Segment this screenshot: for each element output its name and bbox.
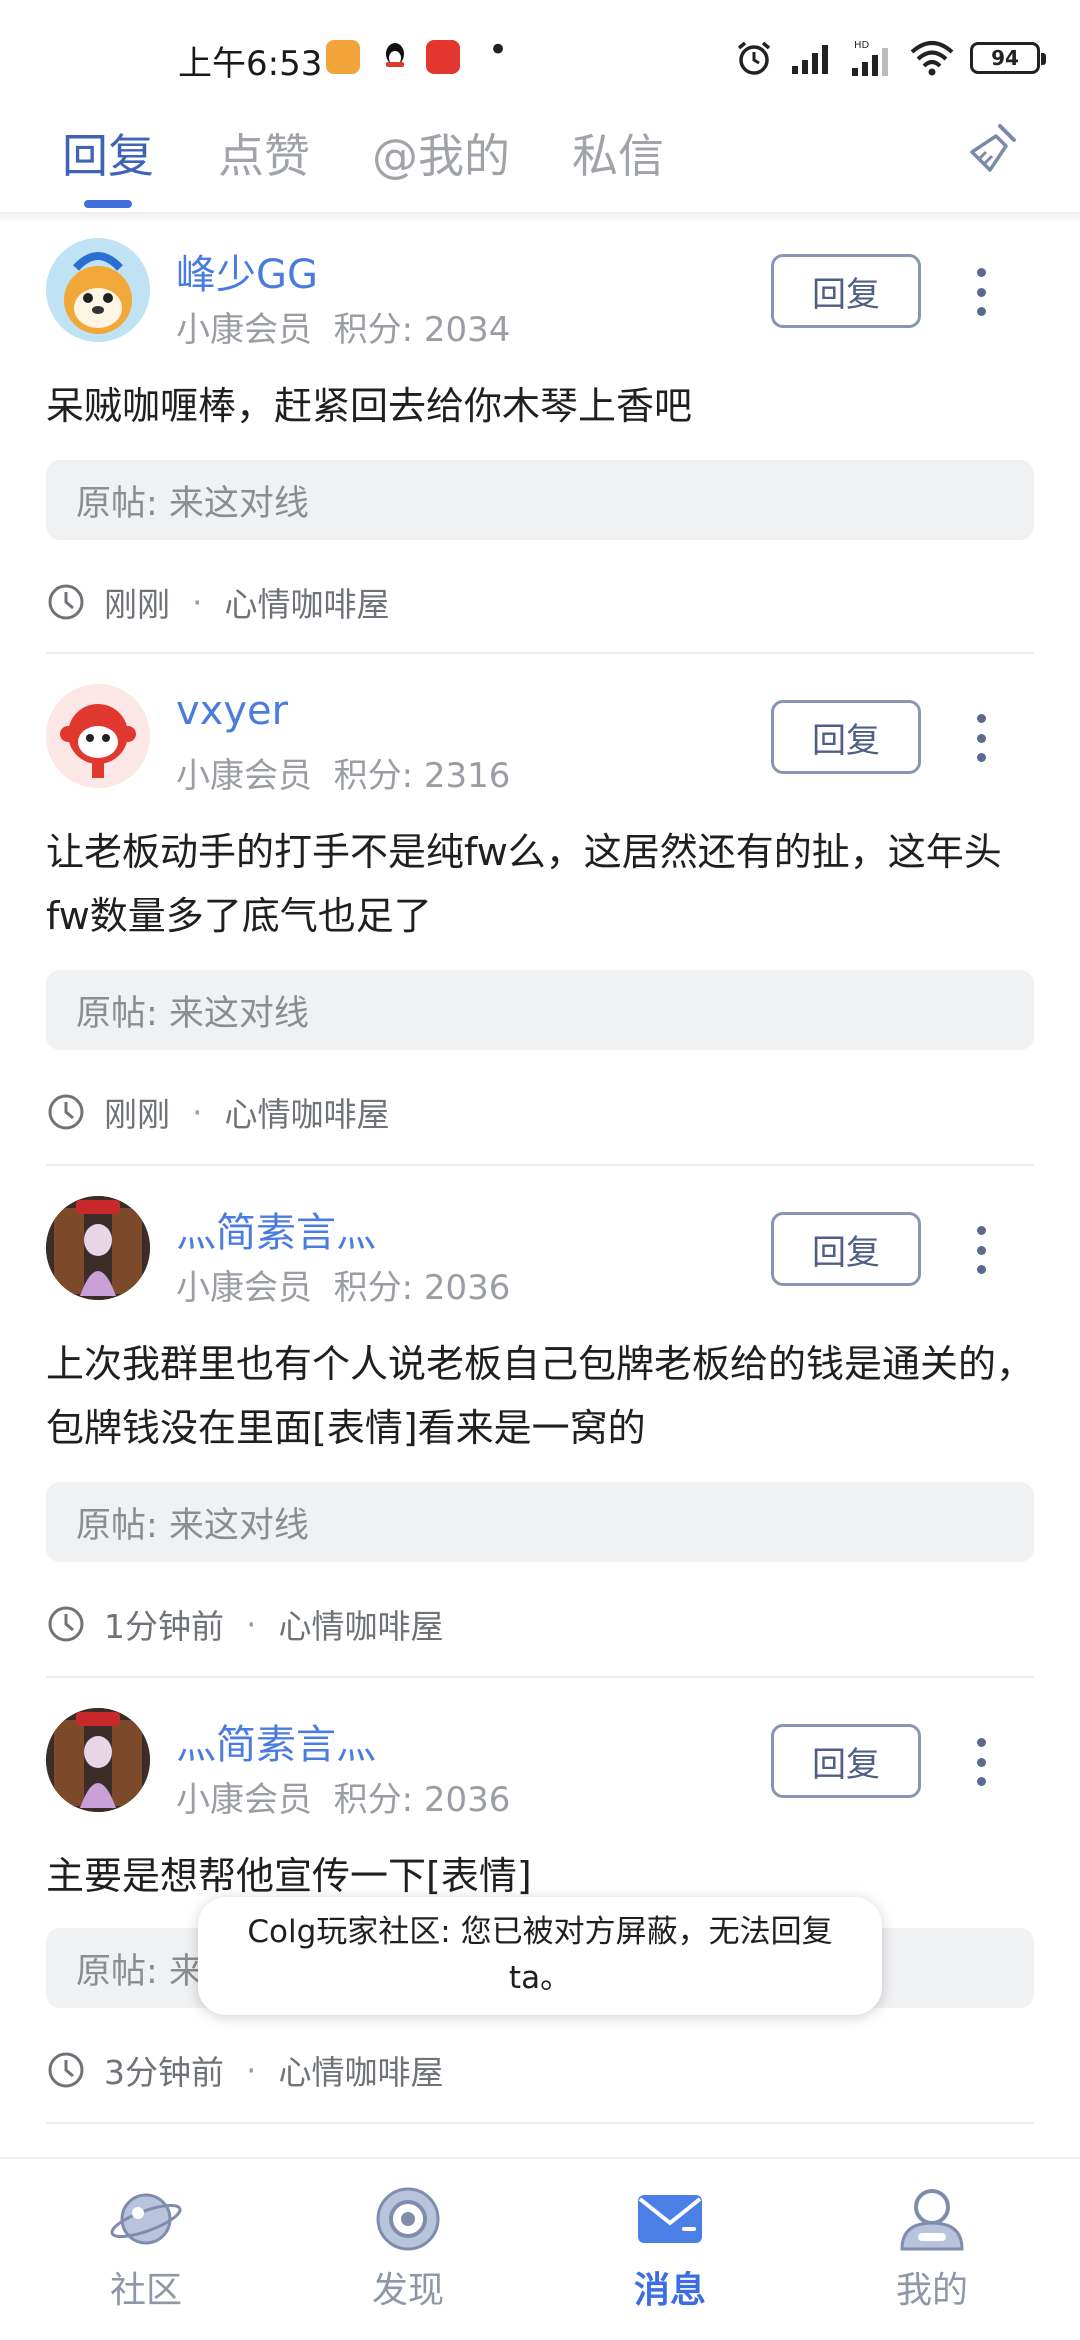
reply-button[interactable]: 回复 [771,254,921,328]
username[interactable]: 峰少GG [176,242,318,300]
user-score: 积分: 2036 [333,1268,511,1308]
separator: · [246,2050,257,2090]
planet-icon [110,2193,182,2245]
signal-icon [792,45,828,74]
reply-footer: 刚刚 · 心情咖啡屋 [46,578,390,626]
reply-button[interactable]: 回复 [771,1724,921,1798]
original-post-link[interactable]: 原帖: 来这对线 [46,970,1034,1050]
more-options-icon[interactable] [966,708,996,768]
nav-profile[interactable]: 我的 [852,2183,1012,2313]
username[interactable]: 灬简素言灬 [176,1712,376,1770]
tab-reply[interactable]: 回复 [62,120,154,186]
tab-likes[interactable]: 点赞 [218,120,310,186]
nav-community[interactable]: 社区 [66,2183,226,2313]
clock-icon [48,1606,84,1642]
more-options-icon[interactable] [966,1732,996,1792]
reply-time: 3分钟前 [104,2053,224,2092]
bottom-navigation: 社区 发现 消息 我的 [0,2157,1080,2340]
user-level: 小康会员 [176,756,312,796]
wifi-icon [910,41,954,76]
user-meta: 小康会员 积分: 2036 [176,1260,510,1309]
original-post-link[interactable]: 原帖: 来这对线 [46,1482,1034,1562]
avatar[interactable] [46,1196,150,1300]
reply-content: 呆贼咖喱棒，赶紧回去给你木琴上香吧 [46,384,693,428]
user-score: 积分: 2034 [333,310,511,350]
nav-label: 社区 [109,2270,182,2311]
more-options-icon[interactable] [966,262,996,322]
status-time: 上午6:53 [178,44,323,84]
separator: · [246,1604,257,1644]
tab-private-messages[interactable]: 私信 [572,120,664,186]
reply-button[interactable]: 回复 [771,1212,921,1286]
reply-list[interactable]: 峰少GG 小康会员 积分: 2034 回复 呆贼咖喱棒，赶紧回去给你木琴上香吧 … [0,222,1080,2157]
active-tab-indicator [84,200,132,208]
app-notification-icon [326,40,360,74]
clock-icon [48,2052,84,2088]
user-level: 小康会员 [176,1268,312,1308]
reply-footer: 1分钟前 · 心情咖啡屋 [46,1600,444,1648]
reply-time: 1分钟前 [104,1607,224,1646]
user-meta: 小康会员 积分: 2316 [176,748,510,797]
avatar[interactable] [46,1708,150,1812]
discover-icon [376,2187,440,2251]
forum-name[interactable]: 心情咖啡屋 [279,1600,444,1648]
user-score: 积分: 2036 [333,1780,511,1820]
broom-icon[interactable] [966,120,1022,176]
tabs-divider [0,212,1080,222]
more-options-icon[interactable] [966,1220,996,1280]
username[interactable]: 灬简素言灬 [176,1200,376,1258]
status-dot: • [488,30,509,70]
nav-label: 发现 [371,2270,444,2311]
clock-icon [48,1094,84,1130]
reply-content: 上次我群里也有个人说老板自己包牌老板给的钱是通关的，包牌钱没在里面[表情]看来是… [46,1342,1035,1450]
reply-footer: 刚刚 · 心情咖啡屋 [46,1088,390,1136]
reply-button[interactable]: 回复 [771,700,921,774]
nav-messages[interactable]: 消息 [590,2183,750,2313]
reply-item[interactable]: 灬简素言灬 小康会员 积分: 2036 回复 上次我群里也有个人说老板自己包牌老… [46,1166,1034,1678]
battery-icon: 94 [970,42,1046,74]
svg-text:HD: HD [854,40,870,51]
username[interactable]: vxyer [176,688,288,734]
signal-hd-icon: HD [852,40,888,76]
status-icons: HD 94 [734,38,1046,78]
user-level: 小康会员 [176,310,312,350]
separator: · [192,1092,203,1132]
nav-discover[interactable]: 发现 [328,2183,488,2313]
forum-name[interactable]: 心情咖啡屋 [225,578,390,626]
avatar[interactable] [46,238,150,342]
reply-footer: 3分钟前 · 心情咖啡屋 [46,2046,444,2094]
clock-icon [48,584,84,620]
reply-content: 让老板动手的打手不是纯fw么，这居然还有的扯，这年头fw数量多了底气也足了 [46,830,1002,938]
user-score: 积分: 2316 [333,756,511,796]
reply-item[interactable]: 峰少GG 小康会员 积分: 2034 回复 呆贼咖喱棒，赶紧回去给你木琴上香吧 … [46,222,1034,654]
message-tabs: 回复 点赞 @我的 私信 [0,110,1080,210]
forum-name[interactable]: 心情咖啡屋 [225,1088,390,1136]
mail-icon [638,2195,702,2243]
user-meta: 小康会员 积分: 2036 [176,1772,510,1821]
status-bar: 上午6:53 • HD 94 [0,0,1080,100]
nav-label: 我的 [895,2270,968,2311]
qidian-icon [426,40,460,74]
profile-icon [900,2189,964,2251]
screen: 上午6:53 • HD 94 回复 点赞 @我的 私信 峰少GG 小康会员 积分… [0,0,1080,2340]
alarm-icon [737,41,771,75]
avatar[interactable] [46,684,150,788]
user-level: 小康会员 [176,1780,312,1820]
reply-time: 刚刚 [104,1095,170,1134]
blocked-toast: Colg玩家社区: 您已被对方屏蔽，无法回复ta。 [198,1897,882,2015]
reply-item[interactable]: vxyer 小康会员 积分: 2316 回复 让老板动手的打手不是纯fw么，这居… [46,654,1034,1166]
tab-mentions[interactable]: @我的 [372,120,510,186]
separator: · [192,582,203,622]
original-post-link[interactable]: 原帖: 来这对线 [46,460,1034,540]
reply-time: 刚刚 [104,585,170,624]
nav-label: 消息 [633,2270,706,2311]
user-meta: 小康会员 积分: 2034 [176,302,510,351]
battery-level: 94 [991,46,1019,70]
forum-name[interactable]: 心情咖啡屋 [279,2046,444,2094]
qq-icon [386,43,404,67]
